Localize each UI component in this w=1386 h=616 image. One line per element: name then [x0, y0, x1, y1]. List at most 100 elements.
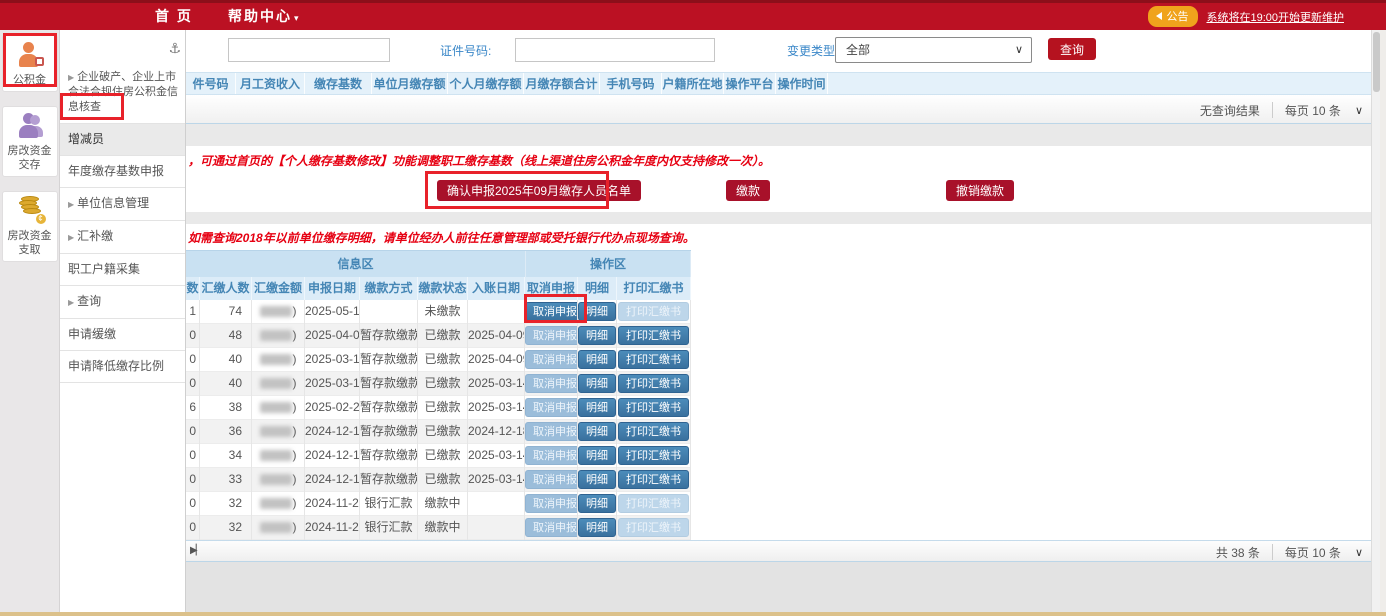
scroll-to-end-icon[interactable]: ▶▏ — [190, 545, 201, 556]
table-row: 036)2024-12-18暂存款缴款已缴款2024-12-18取消申报明细打印… — [186, 420, 691, 444]
rail-item-label: 公积金 — [3, 73, 57, 87]
print-remit-book-button[interactable]: 打印汇缴书 — [618, 398, 689, 417]
print-remit-book-button[interactable]: 打印汇缴书 — [618, 350, 689, 369]
sidebar-item-chaxun[interactable]: ▶查询 — [60, 286, 185, 319]
detail-button[interactable]: 明细 — [578, 302, 616, 321]
redacted-amount — [260, 354, 292, 365]
cancel-declare-button: 取消申报 — [525, 494, 578, 513]
print-remit-book-button[interactable]: 打印汇缴书 — [618, 446, 689, 465]
pay-method-cell: 暂存款缴款 — [360, 324, 418, 348]
scrollbar-thumb[interactable] — [1373, 32, 1380, 92]
sidebar-item-jishu-shenbao[interactable]: 年度缴存基数申报 — [60, 156, 185, 188]
cancel-declare-button: 取消申报 — [525, 446, 578, 465]
column-header: 手机号码 — [600, 73, 662, 95]
print-remit-book-button: 打印汇缴书 — [618, 302, 689, 321]
print-remit-book-button[interactable]: 打印汇缴书 — [618, 374, 689, 393]
sidebar-item-danwei-xinxi[interactable]: ▶单位信息管理 — [60, 188, 185, 221]
change-count-cell: 1 — [186, 300, 200, 324]
pay-button[interactable]: 缴款 — [726, 180, 770, 201]
change-count-cell: 0 — [186, 348, 200, 372]
nav-home[interactable]: 首 页 — [155, 3, 193, 30]
print-remit-book-button: 打印汇缴书 — [618, 518, 689, 537]
pay-status-cell: 未缴款 — [418, 300, 468, 324]
cancel-payment-button[interactable]: 撤销缴款 — [946, 180, 1014, 201]
pay-method-cell: 银行汇款 — [360, 516, 418, 540]
maintenance-notice-link[interactable]: 系统将在19:00开始更新维护 — [1206, 9, 1344, 25]
detail-button[interactable]: 明细 — [578, 446, 616, 465]
rail-item-fanggai-jiaocun[interactable]: 房改资金 交存 — [2, 106, 58, 177]
main-content: 证件号码: 变更类型: 全部 ∨ 查询 件号码月工资收入缴存基数单位月缴存额个人… — [186, 30, 1371, 616]
announcement-area: 公告 系统将在19:00开始更新维护 — [1148, 6, 1344, 27]
nav-help-center[interactable]: 帮助中心▾ — [228, 3, 299, 30]
remit-people-cell: 36 — [200, 420, 252, 444]
table-row: 033)2024-12-12暂存款缴款已缴款2025-03-14取消申报明细打印… — [186, 468, 691, 492]
detail-button[interactable]: 明细 — [578, 374, 616, 393]
sidebar-item-huanjiao[interactable]: 申请缓缴 — [60, 319, 185, 351]
cert-number-input[interactable] — [515, 38, 715, 62]
column-header: 缴存基数 — [305, 73, 372, 95]
detail-button[interactable]: 明细 — [578, 470, 616, 489]
rail-item-gongjijin[interactable]: 公积金 — [2, 35, 58, 92]
detail-button[interactable]: 明细 — [578, 398, 616, 417]
change-type-select[interactable]: 全部 ∨ — [835, 37, 1032, 63]
detail-button[interactable]: 明细 — [578, 494, 616, 513]
sidebar-item-hecha[interactable]: ▶企业破产、企业上市合法合规住房公积金信息核查 — [60, 62, 185, 124]
print-cell: 打印汇缴书 — [617, 396, 691, 420]
detail-cell: 明细 — [578, 492, 617, 516]
info-zone-header: 信息区 — [186, 251, 526, 278]
detail-button[interactable]: 明细 — [578, 518, 616, 537]
module-rail: 公积金 房改资金 交存 ¢ 房改资金 支取 — [0, 30, 60, 616]
sidebar-item-huji-caiji[interactable]: 职工户籍采集 — [60, 254, 185, 286]
cancel-declare-button: 取消申报 — [525, 374, 578, 393]
chevron-down-icon[interactable]: ∨ — [1355, 546, 1363, 559]
chevron-right-icon: ▶ — [68, 200, 74, 209]
change-count-cell: 0 — [186, 516, 200, 540]
detail-cell: 明细 — [578, 444, 617, 468]
column-header: 申报日期 — [305, 277, 360, 300]
vertical-scrollbar[interactable] — [1371, 30, 1380, 612]
remittance-table-group-header: 信息区 操作区 — [186, 250, 691, 277]
sidebar-item-zengjianyuan[interactable]: 增减员 — [60, 124, 185, 156]
change-count-cell: 0 — [186, 372, 200, 396]
cancel-declare-cell: 取消申报 — [525, 516, 578, 540]
section-divider — [186, 124, 1371, 146]
pay-method-cell: 暂存款缴款 — [360, 420, 418, 444]
print-remit-book-button[interactable]: 打印汇缴书 — [618, 422, 689, 441]
cancel-declare-button: 取消申报 — [525, 422, 578, 441]
sidebar-item-jiangdi-bili[interactable]: 申请降低缴存比例 — [60, 351, 185, 383]
entry-date-cell: 2025-04-09 — [468, 348, 525, 372]
unit-filter-input[interactable] — [228, 38, 390, 62]
chevron-down-icon[interactable]: ∨ — [1355, 104, 1363, 117]
column-header: 缴款方式 — [360, 277, 418, 300]
cancel-declare-cell: 取消申报 — [525, 420, 578, 444]
print-cell: 打印汇缴书 — [617, 516, 691, 540]
members-table-header: 件号码月工资收入缴存基数单位月缴存额个人月缴存额月缴存额合计手机号码户籍所在地操… — [186, 72, 1371, 94]
rail-item-fanggai-zhiqu[interactable]: ¢ 房改资金 支取 — [2, 191, 58, 262]
redacted-amount — [260, 330, 292, 341]
base-adjust-notice: ，可通过首页的【个人缴存基数修改】功能调整职工缴存基数（线上渠道住房公积金年度内… — [188, 152, 770, 169]
coins-icon: ¢ — [16, 198, 44, 224]
members-table-footer: 无查询结果 每页 10 条 ∨ — [186, 94, 1371, 124]
history-query-notice: 如需查询2018年以前单位缴存明细，请单位经办人前往任意管理部或受托银行代办点现… — [188, 229, 695, 246]
detail-button[interactable]: 明细 — [578, 350, 616, 369]
change-count-cell: 0 — [186, 468, 200, 492]
search-button[interactable]: 查询 — [1048, 38, 1096, 60]
cancel-declare-button[interactable]: 取消申报 — [525, 302, 578, 321]
amount-suffix: ) — [293, 424, 297, 438]
chevron-down-icon: ▾ — [294, 13, 299, 23]
remit-people-cell: 34 — [200, 444, 252, 468]
detail-button[interactable]: 明细 — [578, 422, 616, 441]
confirm-declare-button[interactable]: 确认申报2025年09月缴存人员名单 — [437, 180, 641, 201]
detail-cell: 明细 — [578, 468, 617, 492]
remit-people-cell: 74 — [200, 300, 252, 324]
page-size-selector[interactable]: 每页 10 条 — [1285, 102, 1341, 119]
sidebar-item-huibujiao[interactable]: ▶汇补缴 — [60, 221, 185, 254]
anchor-pin-icon[interactable]: ⚓ — [168, 40, 181, 57]
redacted-amount — [260, 426, 292, 437]
print-remit-book-button[interactable]: 打印汇缴书 — [618, 470, 689, 489]
page-size-selector[interactable]: 每页 10 条 — [1285, 544, 1341, 561]
print-remit-book-button[interactable]: 打印汇缴书 — [618, 326, 689, 345]
person-edit-icon — [16, 42, 44, 68]
print-cell: 打印汇缴书 — [617, 492, 691, 516]
detail-button[interactable]: 明细 — [578, 326, 616, 345]
